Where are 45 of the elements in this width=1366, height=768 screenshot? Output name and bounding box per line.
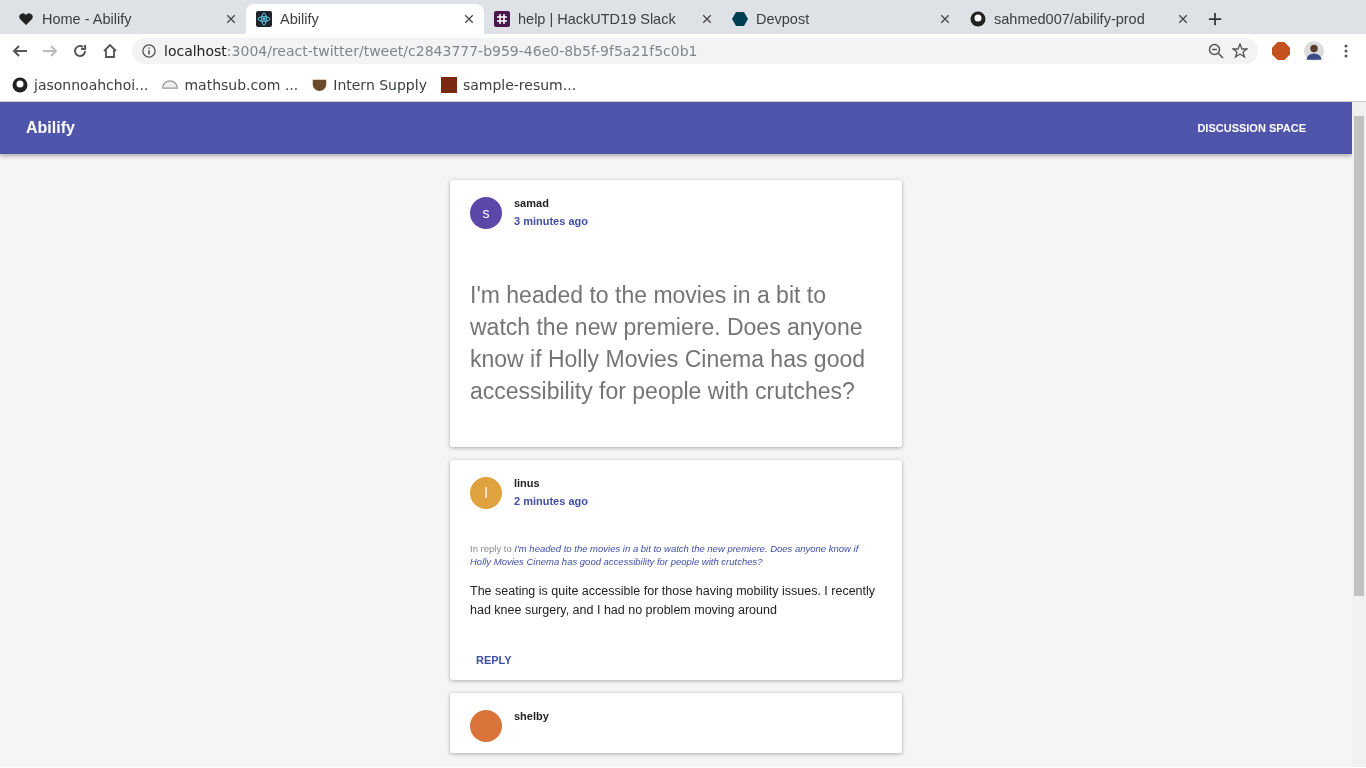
bookmark[interactable]: mathsub.com ... xyxy=(162,76,299,93)
nav-link[interactable]: DISCUSSION SPACE xyxy=(1197,122,1306,134)
app-title: Abilify xyxy=(26,119,75,137)
cup-icon xyxy=(312,78,328,91)
avatar: s xyxy=(470,197,502,229)
browser-tab[interactable]: Home - Abilify xyxy=(8,4,246,34)
timestamp: 2 minutes ago xyxy=(514,495,588,507)
reply-button[interactable]: REPLY xyxy=(470,650,518,670)
bookmark[interactable]: jasonnoahchoi... xyxy=(12,76,149,93)
info-icon xyxy=(142,44,156,58)
address-bar[interactable]: localhost:3004/react-twitter/tweet/c2843777-b959-46e0-8b5f-9f5a21f5c0b1 xyxy=(132,38,1258,64)
avatar-icon xyxy=(1304,41,1324,61)
bookmark[interactable]: Intern Supply xyxy=(312,76,427,93)
hexagon-icon xyxy=(732,11,748,27)
browser-tab[interactable]: sahmed007/abilify-prod xyxy=(960,4,1198,34)
timestamp: 3 minutes ago xyxy=(514,215,588,227)
author-name: samad xyxy=(514,197,550,209)
heart-icon xyxy=(18,11,34,27)
avatar: l xyxy=(470,477,502,509)
close-icon xyxy=(940,14,950,24)
reload-icon xyxy=(72,43,88,59)
reply-text: The seating is quite accessible for those having mobility issues. I recently had knee surgery, and I had no problem moving around xyxy=(470,583,877,619)
browser-tab[interactable]: Devpost xyxy=(722,4,960,34)
browser-tab[interactable]: Abilify xyxy=(246,4,484,34)
scrollbar-thumb[interactable] xyxy=(1354,116,1364,596)
reply-quote: In reply to I'm headed to the movies in a bit to watch the new premiere. Does anyone know if Holly Movies Cinema has good accessibility for people with crutches? xyxy=(470,542,860,568)
plus-icon xyxy=(1208,12,1222,26)
bookmark[interactable]: sample-resum... xyxy=(440,76,577,93)
forward-icon xyxy=(42,43,58,59)
close-icon xyxy=(702,14,712,24)
post-text: I'm headed to the movies in a bit to watch the new premiere. Does anyone know if Holly Movies Cinema has good accessibility for people with crutches? xyxy=(470,281,866,406)
hash-icon xyxy=(494,11,510,27)
zoom-icon xyxy=(1208,43,1224,59)
cloud-icon xyxy=(162,80,179,89)
star-icon xyxy=(1232,43,1248,59)
url-text: localhost:3004/react-twitter/tweet/c2843777-b959-46e0-8b5f-9f5a21f5c0b1 xyxy=(164,43,699,59)
close-icon xyxy=(1178,14,1188,24)
back-icon xyxy=(12,43,28,59)
author-name: linus xyxy=(514,477,541,489)
atom-icon xyxy=(256,11,272,27)
home-icon xyxy=(102,43,118,59)
browser-tab[interactable]: help | HackUTD19 Slack xyxy=(484,4,722,34)
author-name: shelby xyxy=(514,710,549,722)
close-icon xyxy=(464,14,474,24)
close-icon xyxy=(226,14,236,24)
